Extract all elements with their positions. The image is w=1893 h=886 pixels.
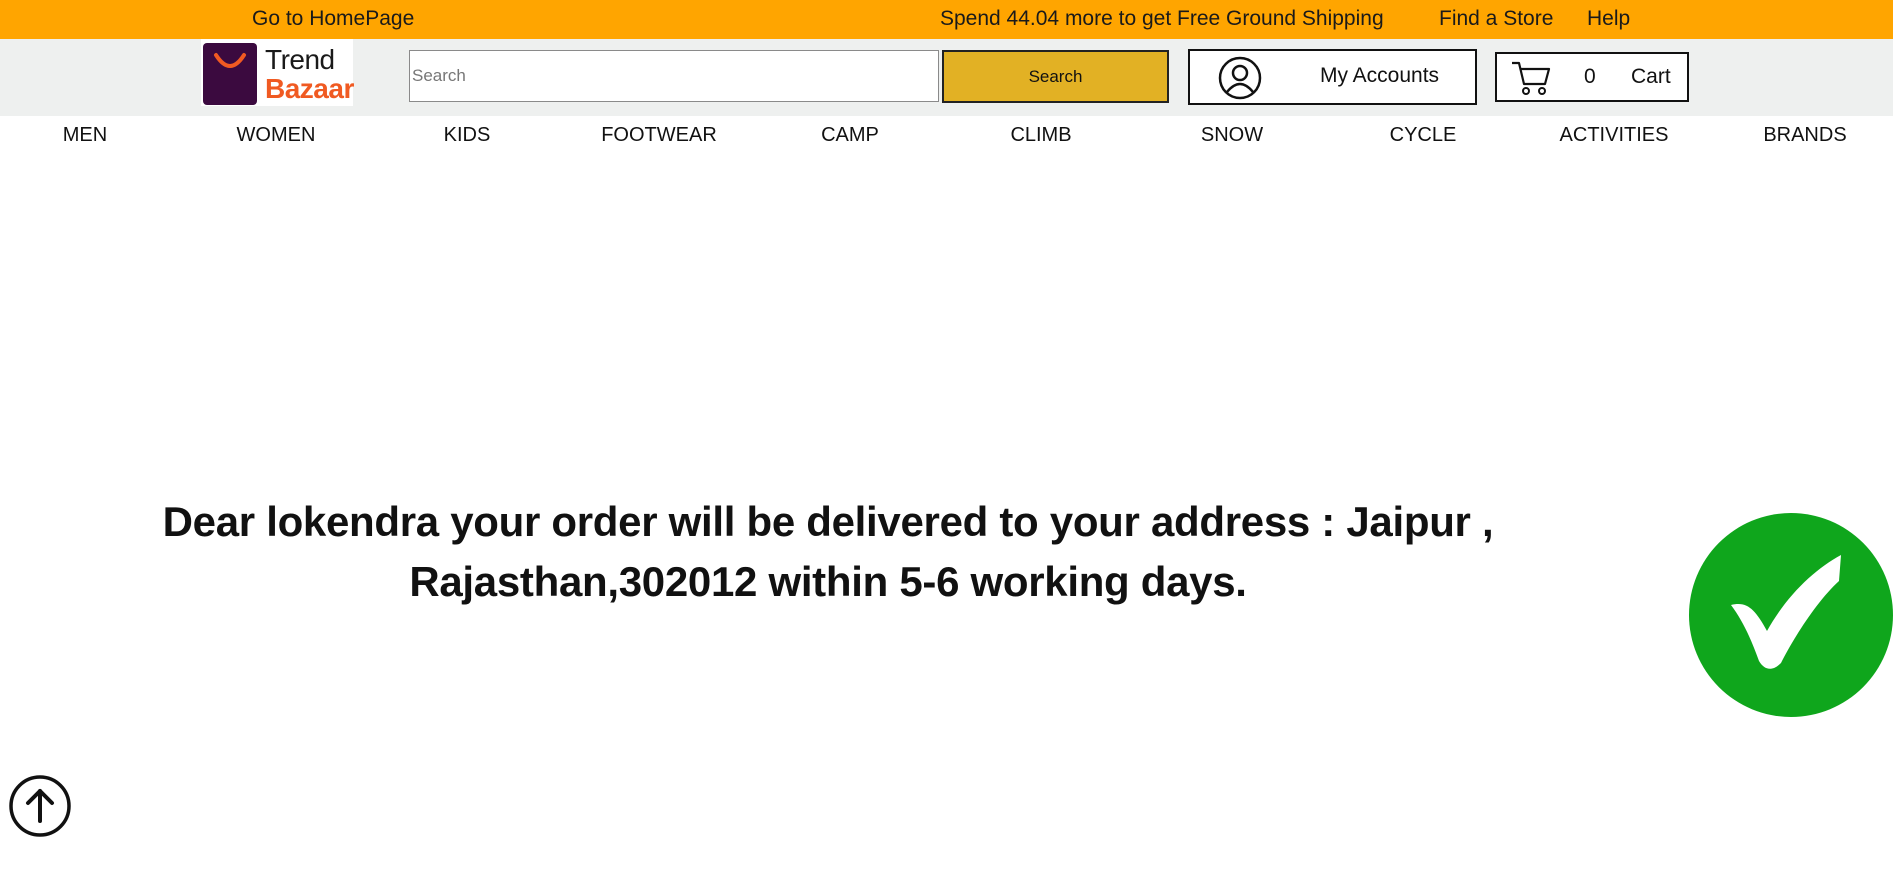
arrow-up-circle-icon (9, 775, 71, 837)
nav-item-climb[interactable]: CLIMB (946, 124, 1136, 147)
find-store-link[interactable]: Find a Store (1439, 0, 1553, 39)
user-circle-icon (1218, 56, 1262, 105)
search-input[interactable] (409, 50, 939, 102)
nav-item-snow[interactable]: SNOW (1137, 124, 1327, 147)
help-link[interactable]: Help (1587, 0, 1630, 39)
top-bar: Go to HomePage Spend 44.04 more to get F… (0, 0, 1893, 39)
search-button[interactable]: Search (942, 50, 1169, 103)
confirmation-line-1: Dear lokendra your order will be deliver… (162, 498, 1494, 545)
scroll-to-top-button[interactable] (9, 775, 71, 837)
shopping-bag-logo-icon (203, 43, 257, 105)
my-accounts-label: My Accounts (1320, 64, 1440, 87)
order-confirmation-message: Dear lokendra your order will be deliver… (150, 492, 1506, 612)
category-nav: MEN WOMEN KIDS FOOTWEAR CAMP CLIMB SNOW … (0, 116, 1893, 156)
cart-button[interactable]: 0 Cart (1495, 52, 1689, 102)
my-accounts-button[interactable]: My Accounts (1188, 49, 1477, 105)
nav-item-footwear[interactable]: FOOTWEAR (564, 124, 754, 147)
nav-item-camp[interactable]: CAMP (755, 124, 945, 147)
shopping-cart-icon (1510, 59, 1552, 102)
homepage-link[interactable]: Go to HomePage (252, 0, 414, 39)
logo-text-trend: Trend (265, 44, 335, 75)
nav-item-women[interactable]: WOMEN (181, 124, 371, 147)
nav-item-brands[interactable]: BRANDS (1710, 124, 1893, 147)
logo-text-bazaar: Bazaar (265, 73, 354, 104)
cart-count: 0 (1584, 65, 1596, 88)
nav-item-activities[interactable]: ACTIVITIES (1519, 124, 1709, 147)
nav-item-kids[interactable]: KIDS (372, 124, 562, 147)
header: Trend Bazaar Search My Accounts 0 Cart (0, 39, 1893, 116)
check-circle-icon (1689, 513, 1893, 717)
free-shipping-message: Spend 44.04 more to get Free Ground Ship… (940, 7, 1384, 30)
nav-item-cycle[interactable]: CYCLE (1328, 124, 1518, 147)
cart-label: Cart (1631, 65, 1671, 88)
nav-item-men[interactable]: MEN (0, 124, 180, 147)
logo[interactable]: Trend Bazaar (201, 39, 354, 106)
confirmation-line-2: Rajasthan,302012 within 5-6 working days… (409, 558, 1247, 605)
